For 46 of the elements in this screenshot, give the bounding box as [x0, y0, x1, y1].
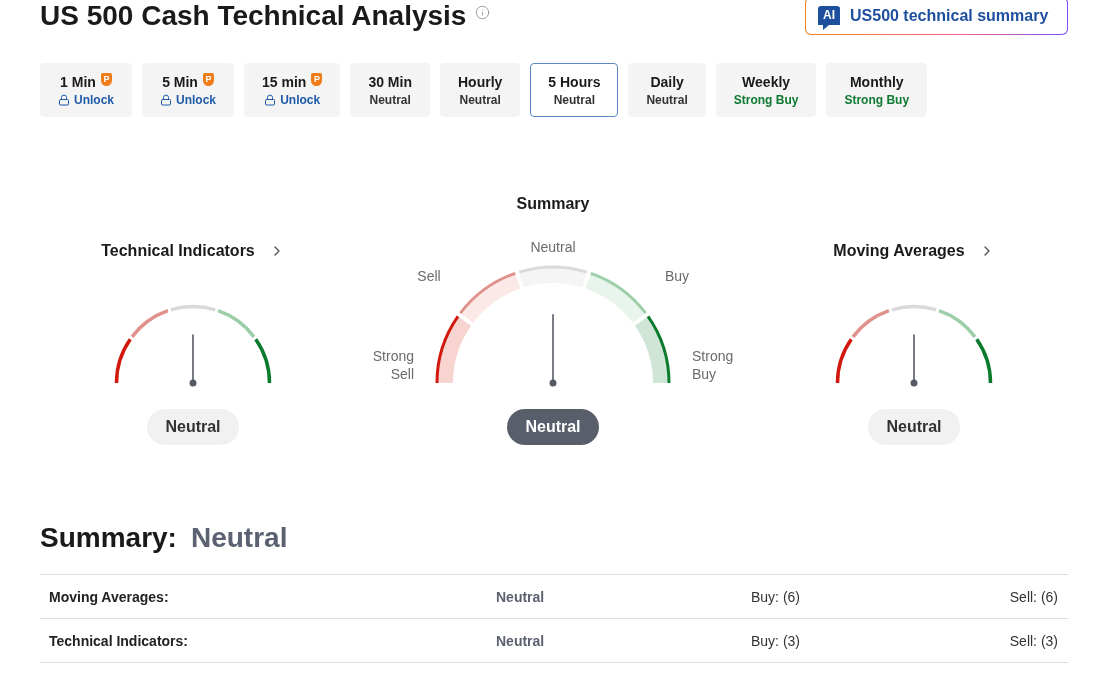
timeframe-tab[interactable]: 30 Min Neutral	[350, 63, 430, 117]
scale-label: Sell	[417, 267, 441, 285]
timeframe-tab[interactable]: Weekly Strong Buy	[715, 63, 817, 117]
status-pill: Neutral	[147, 409, 239, 445]
signal-text: Neutral	[646, 92, 688, 108]
gauge-title: Summary	[516, 194, 590, 214]
timeframe-tab[interactable]: 5 Hours Neutral	[530, 63, 619, 117]
buy-count: Buy: (3)	[751, 632, 800, 649]
summary-heading: Summary:	[40, 521, 177, 555]
pro-badge: P	[100, 72, 112, 86]
gauge-link[interactable]: Technical Indicators	[101, 241, 285, 261]
scale-label: Buy	[664, 267, 690, 285]
signal-text: Neutral	[369, 92, 411, 108]
sell-count: Sell: (6)	[1009, 588, 1058, 605]
info-icon[interactable]	[475, 5, 491, 20]
signal-text: Unlock	[74, 92, 114, 108]
timeframe-tab[interactable]: 15 min P Unlock	[244, 63, 341, 117]
signal-text: Unlock	[176, 92, 217, 108]
timeframe-tab[interactable]: Daily Neutral	[628, 63, 706, 117]
summary-value: Neutral	[190, 521, 288, 555]
signal-text: Unlock	[280, 92, 321, 108]
signal-value: Neutral	[496, 588, 545, 605]
scale-label: Neutral	[530, 238, 576, 256]
timeframe-tab[interactable]: 1 Min P Unlock	[40, 63, 132, 117]
page-title: US 500 Cash Technical Analysis	[40, 0, 467, 33]
ai-badge: AI	[818, 6, 840, 30]
status-pill: Neutral	[507, 409, 599, 445]
sell-count: Sell: (3)	[1009, 632, 1058, 649]
scale-label: Strong Sell	[371, 347, 414, 383]
pro-badge: P	[311, 72, 323, 86]
row-label: Moving Averages:	[49, 588, 170, 605]
status-pill: Neutral	[868, 409, 960, 445]
pro-badge: P	[202, 72, 214, 86]
timeframe-tab[interactable]: Monthly Strong Buy	[826, 63, 928, 117]
signal-text: Strong Buy	[733, 92, 799, 108]
timeframe-tab[interactable]: 5 Min P Unlock	[142, 63, 235, 117]
scale-label: Strong Buy	[692, 347, 735, 383]
buy-count: Buy: (6)	[751, 588, 800, 605]
signal-text: Neutral	[553, 92, 596, 108]
gauge-link[interactable]: Moving Averages	[833, 241, 995, 261]
signal-text: Strong Buy	[844, 92, 910, 108]
row-label: Technical Indicators:	[49, 632, 189, 649]
ai-summary-button[interactable]: AI US500 technical summary	[805, 0, 1068, 35]
signal-value: Neutral	[496, 632, 545, 649]
signal-text: Neutral	[459, 92, 501, 108]
timeframe-tab[interactable]: Hourly Neutral	[439, 63, 521, 117]
